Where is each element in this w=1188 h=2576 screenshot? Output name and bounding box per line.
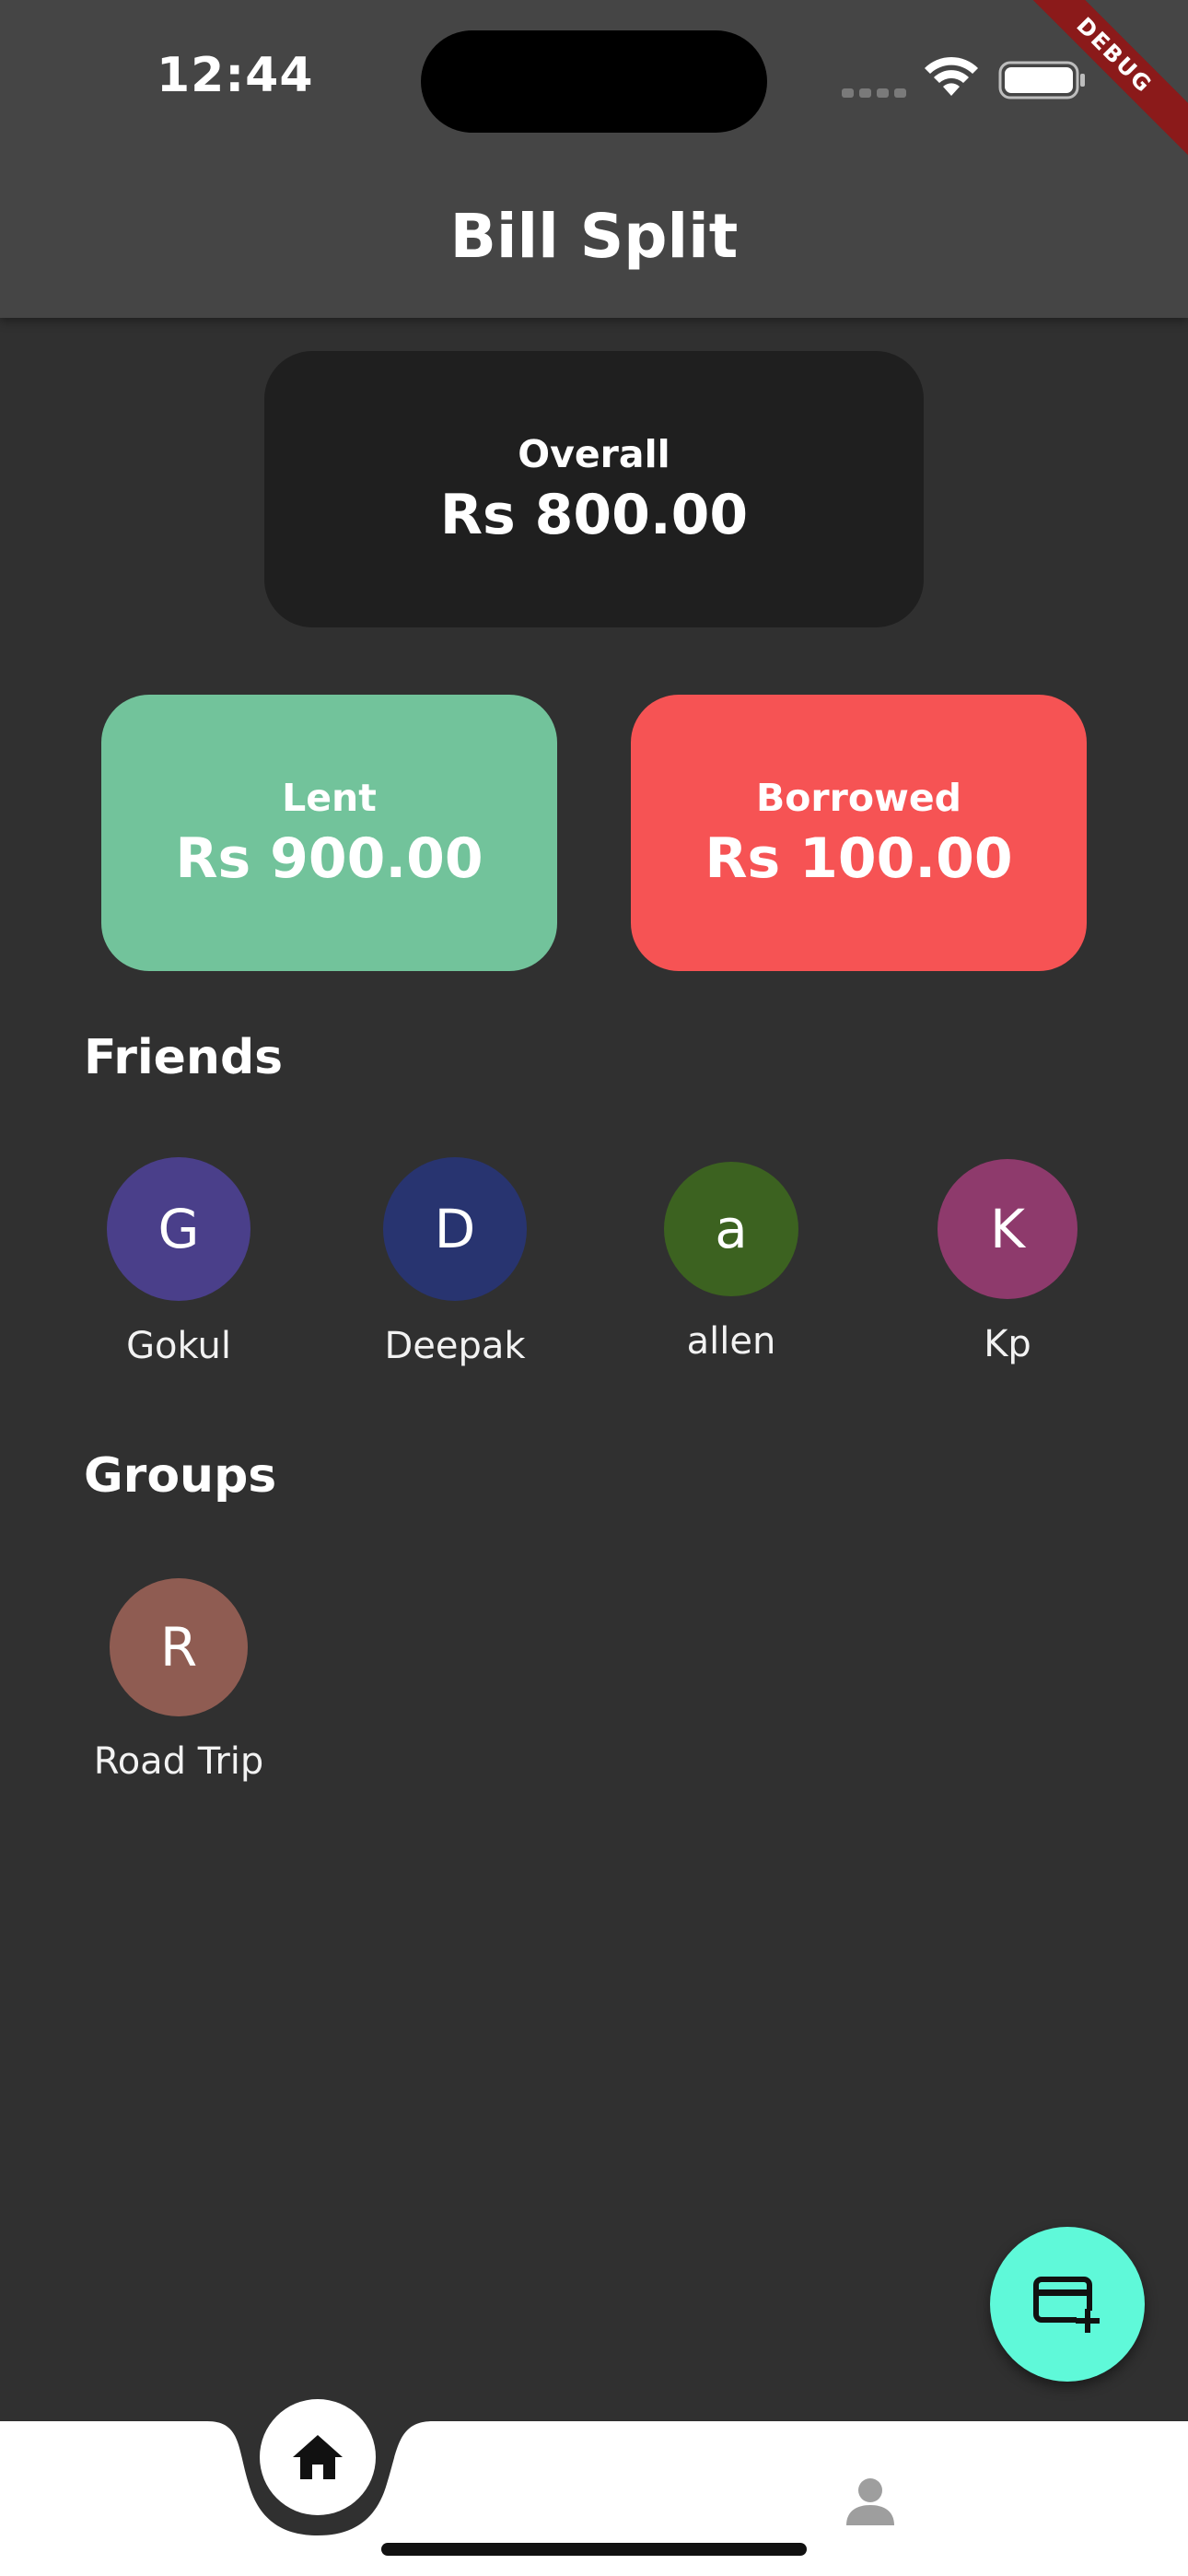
avatar: R	[110, 1578, 248, 1716]
friend-item-kp[interactable]: K Kp	[897, 1157, 1118, 1365]
page-title: Bill Split	[449, 201, 739, 272]
avatar-initial: G	[157, 1198, 200, 1260]
friend-item-allen[interactable]: a allen	[621, 1157, 842, 1363]
friend-name: Gokul	[126, 1325, 231, 1367]
friends-section-title: Friends	[84, 1030, 284, 1085]
add-card-icon	[1033, 2277, 1101, 2333]
group-name: Road Trip	[93, 1740, 264, 1783]
avatar-initial: K	[989, 1198, 1026, 1260]
lent-value: Rs 900.00	[175, 826, 483, 891]
home-icon	[293, 2435, 343, 2479]
wifi-icon	[925, 56, 978, 96]
avatar: K	[938, 1159, 1077, 1299]
avatar-initial: D	[434, 1198, 476, 1260]
friend-item-deepak[interactable]: D Deepak	[344, 1157, 565, 1367]
groups-section-title: Groups	[84, 1448, 277, 1504]
friend-name: allen	[686, 1320, 776, 1363]
friend-name: Kp	[984, 1323, 1031, 1365]
overall-value: Rs 800.00	[439, 483, 749, 547]
avatar: D	[383, 1157, 527, 1301]
lent-card[interactable]: Lent Rs 900.00	[101, 695, 557, 971]
avatar-initial: R	[159, 1616, 198, 1679]
friend-item-gokul[interactable]: G Gokul	[68, 1157, 289, 1367]
avatar-initial: a	[715, 1198, 748, 1260]
person-icon	[846, 2478, 894, 2525]
app-bar: 12:44 DEBUG Bill Split	[0, 0, 1188, 318]
avatar: G	[107, 1157, 250, 1301]
nav-profile-button[interactable]	[833, 2469, 907, 2534]
home-screen: 12:44 DEBUG Bill Split Overall Rs 800.00…	[0, 0, 1188, 2576]
overall-balance-card: Overall Rs 800.00	[264, 351, 924, 627]
borrowed-label: Borrowed	[755, 776, 962, 820]
borrowed-card[interactable]: Borrowed Rs 100.00	[631, 695, 1087, 971]
dynamic-island	[421, 30, 767, 133]
battery-icon	[998, 61, 1085, 100]
nav-home-button[interactable]	[260, 2399, 376, 2515]
overall-label: Overall	[518, 432, 670, 476]
status-time: 12:44	[157, 48, 314, 103]
add-expense-button[interactable]	[990, 2227, 1145, 2382]
group-item-road-trip[interactable]: R Road Trip	[68, 1575, 289, 1783]
cellular-signal-icon	[842, 88, 906, 100]
avatar: a	[664, 1162, 798, 1296]
friend-name: Deepak	[384, 1325, 526, 1367]
home-indicator	[381, 2543, 807, 2556]
lent-label: Lent	[282, 776, 377, 820]
borrowed-value: Rs 100.00	[705, 826, 1013, 891]
